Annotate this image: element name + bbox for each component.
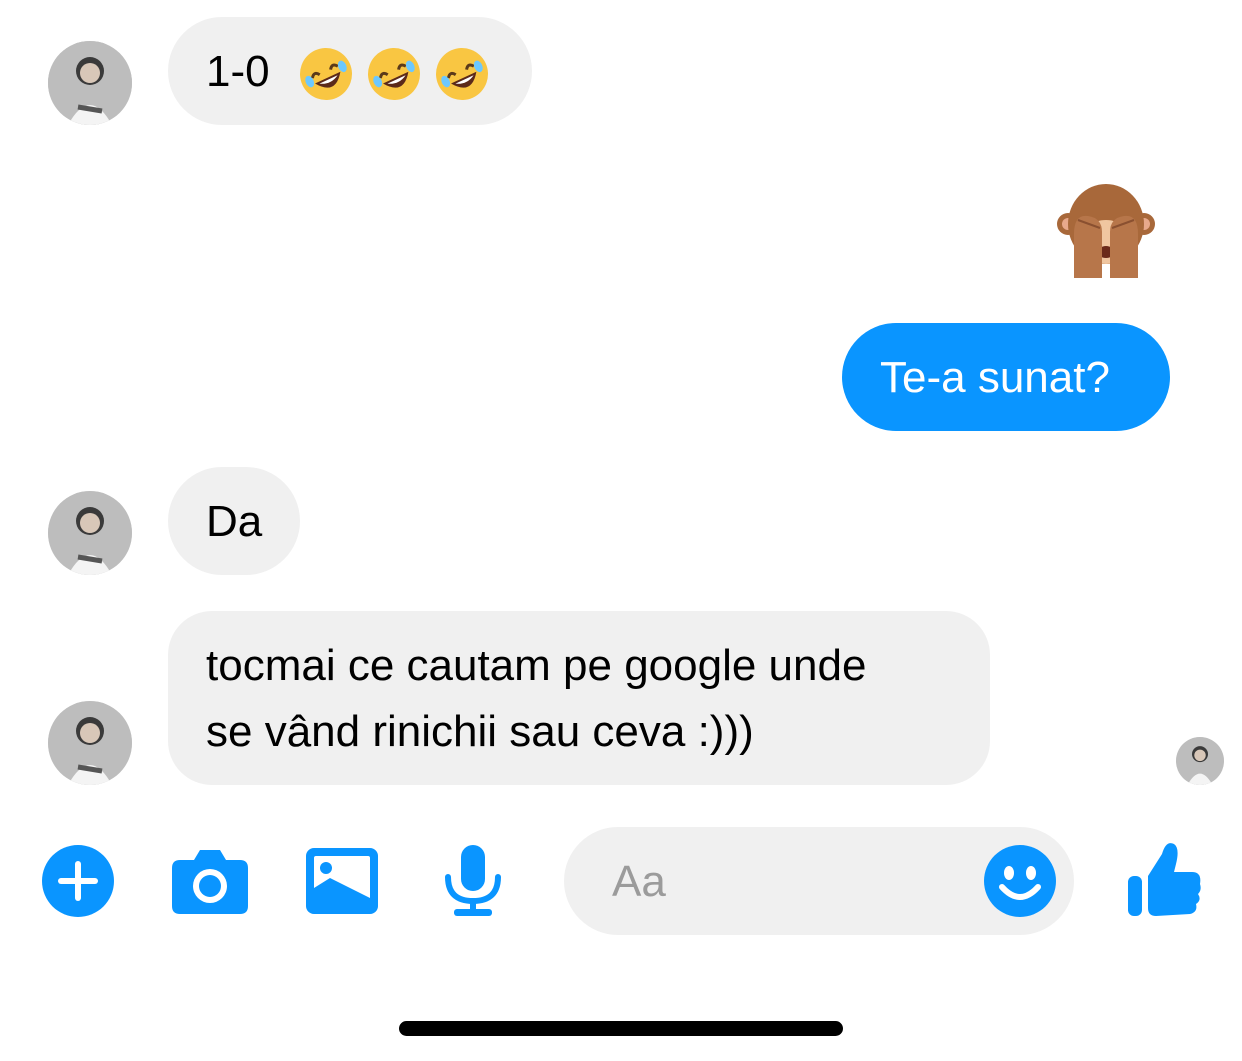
- sent-message-bubble[interactable]: Te-a sunat?: [842, 323, 1170, 431]
- read-receipt-avatar: [1176, 737, 1224, 785]
- rolling-on-floor-laughing-emoji: [435, 48, 488, 101]
- message-composer[interactable]: [564, 827, 1074, 935]
- received-message-bubble[interactable]: Da: [168, 467, 300, 575]
- message-line: se vând rinichii sau ceva :))): [206, 707, 754, 756]
- plus-icon[interactable]: [42, 845, 114, 917]
- thumbs-up-icon[interactable]: [1128, 840, 1202, 918]
- home-indicator: [399, 1021, 843, 1036]
- rolling-on-floor-laughing-emoji: [367, 48, 420, 101]
- received-message-bubble[interactable]: tocmai ce cautam pe google unde se vând …: [168, 611, 990, 785]
- received-message-bubble[interactable]: 1-0: [168, 17, 532, 125]
- contact-avatar[interactable]: [48, 491, 132, 575]
- see-no-evil-monkey-emoji[interactable]: [1056, 180, 1156, 278]
- message-text: Te-a sunat?: [880, 353, 1110, 402]
- message-line: tocmai ce cautam pe google unde: [206, 641, 867, 690]
- message-input[interactable]: [610, 851, 974, 913]
- contact-avatar[interactable]: [48, 701, 132, 785]
- contact-avatar[interactable]: [48, 41, 132, 125]
- message-text: Da: [206, 497, 263, 546]
- emoji-smile-icon[interactable]: [984, 845, 1056, 917]
- emoji-group: [296, 44, 492, 104]
- camera-icon[interactable]: [172, 848, 248, 914]
- rolling-on-floor-laughing-emoji: [299, 48, 352, 101]
- image-icon[interactable]: [306, 848, 378, 914]
- microphone-icon[interactable]: [444, 845, 502, 917]
- message-text: 1-0: [206, 47, 270, 96]
